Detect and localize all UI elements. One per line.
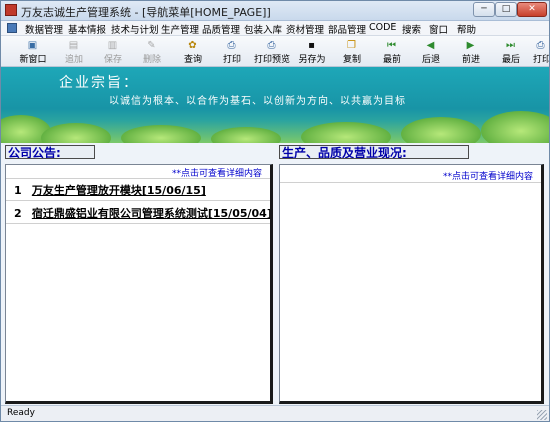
forward-button[interactable]: ▶ 前进 [460, 38, 482, 65]
menu-help[interactable]: 帮助 [457, 22, 476, 36]
banner-leaf [401, 117, 481, 143]
row-divider [6, 178, 270, 179]
row-divider [6, 223, 270, 224]
menu-search[interactable]: 搜索 [402, 22, 421, 36]
row-divider [280, 182, 541, 183]
notice-link[interactable]: 宿迁鼎盛铝业有限公司管理系统测试[15/05/04] [32, 207, 270, 220]
status-header: 生产、品质及营业现况: [279, 145, 469, 159]
status-hint: **点击可查看详细内容 [442, 172, 533, 182]
menu-bar: 数据管理 基本情报 技术与计划 生产管理 品质管理 包装入库 资材管理 部品管理… [1, 21, 549, 36]
notice-item[interactable]: 1 万友生产管理放开模块[15/06/15] [14, 182, 206, 200]
banner-leaf [41, 123, 111, 143]
notice-number: 2 [14, 207, 22, 220]
delete-icon: ✎ [147, 40, 156, 51]
row-divider [6, 200, 270, 201]
save-icon: ▥ [107, 40, 118, 51]
window-title: 万友志诚生产管理系统 - [导航菜单[HOME_PAGE]] [21, 6, 271, 19]
menu-quality[interactable]: 品质管理 [202, 22, 240, 36]
notice-panel: **点击可查看详细内容 1 万友生产管理放开模块[15/06/15] 2 宿迁鼎… [5, 164, 273, 404]
menu-packaging[interactable]: 包装入库 [244, 22, 282, 36]
banner-title: 企业宗旨： [59, 75, 139, 91]
status-panel: **点击可查看详细内容 [279, 164, 544, 404]
toolbar: ▣ 新窗口 ▤ 追加 ▥ 保存 ✎ 删除 ✿ 查询 ⎙ 打印 ⎙ 打印预览 ▪ [1, 36, 549, 67]
banner-leaf [481, 111, 549, 143]
last-icon: ⏭ [506, 40, 515, 51]
back-button[interactable]: ◀ 后退 [420, 38, 442, 65]
banner-leaf [211, 127, 281, 143]
menu-code[interactable]: CODE [369, 22, 396, 33]
menu-parts[interactable]: 部品管理 [328, 22, 366, 36]
notice-link[interactable]: 万友生产管理放开模块[15/06/15] [32, 184, 206, 197]
banner-leaf [301, 122, 391, 143]
add-icon: ▤ [68, 40, 79, 51]
banner-motto: 以诚信为根本、以合作为基石、以创新为方向、以共赢为目标 [109, 96, 406, 107]
maximize-button[interactable]: □ [495, 2, 517, 17]
mission-banner: 企业宗旨： 以诚信为根本、以合作为基石、以创新为方向、以共赢为目标 [1, 67, 549, 143]
menu-data-management[interactable]: 数据管理 [25, 22, 63, 36]
query-icon: ✿ [188, 40, 197, 51]
forward-icon: ▶ [466, 40, 475, 51]
minimize-button[interactable]: ─ [473, 2, 495, 17]
status-text: Ready [7, 408, 35, 418]
menu-basic-info[interactable]: 基本情报 [68, 22, 106, 36]
menu-materials[interactable]: 资材管理 [286, 22, 324, 36]
print-icon-2: ⎙ [536, 40, 545, 51]
delete-button[interactable]: ✎ 删除 [141, 38, 163, 65]
menu-tech-plan[interactable]: 技术与计划 [111, 22, 159, 36]
content-area: 公司公告: 生产、品质及营业现况: **点击可查看详细内容 1 万友生产管理放开… [1, 143, 549, 405]
first-icon: ⏮ [387, 40, 396, 51]
last-button[interactable]: ⏭ 最后 [500, 38, 522, 65]
resize-grip-icon[interactable] [537, 410, 547, 420]
copy-icon: ❐ [347, 40, 356, 51]
title-bar[interactable]: 万友志诚生产管理系统 - [导航菜单[HOME_PAGE]] ─ □ ✕ [1, 1, 549, 21]
menu-production[interactable]: 生产管理 [161, 22, 199, 36]
notice-number: 1 [14, 184, 22, 197]
print-label-2: 打印 [533, 55, 549, 64]
menu-window[interactable]: 窗口 [429, 22, 448, 36]
system-menu-icon[interactable] [7, 23, 17, 33]
app-icon [5, 4, 17, 16]
save-as-icon: ▪ [308, 40, 315, 51]
close-button[interactable]: ✕ [517, 2, 547, 17]
notice-item[interactable]: 2 宿迁鼎盛铝业有限公司管理系统测试[15/05/04] [14, 205, 270, 223]
banner-leaf [121, 125, 201, 143]
status-bar: Ready [1, 405, 549, 421]
copy-button[interactable]: ❐ 复制 [341, 38, 363, 65]
back-icon: ◀ [426, 40, 435, 51]
print-icon: ⎙ [227, 40, 236, 51]
new-window-icon: ▣ [27, 40, 38, 51]
notice-header: 公司公告: [5, 145, 95, 159]
main-window: 万友志诚生产管理系统 - [导航菜单[HOME_PAGE]] ─ □ ✕ 数据管… [0, 0, 550, 422]
print-button-2[interactable]: ⎙ 打印 [533, 38, 549, 64]
save-as-button[interactable]: ▪ 另存为 [298, 38, 325, 65]
print-preview-icon: ⎙ [267, 40, 276, 51]
